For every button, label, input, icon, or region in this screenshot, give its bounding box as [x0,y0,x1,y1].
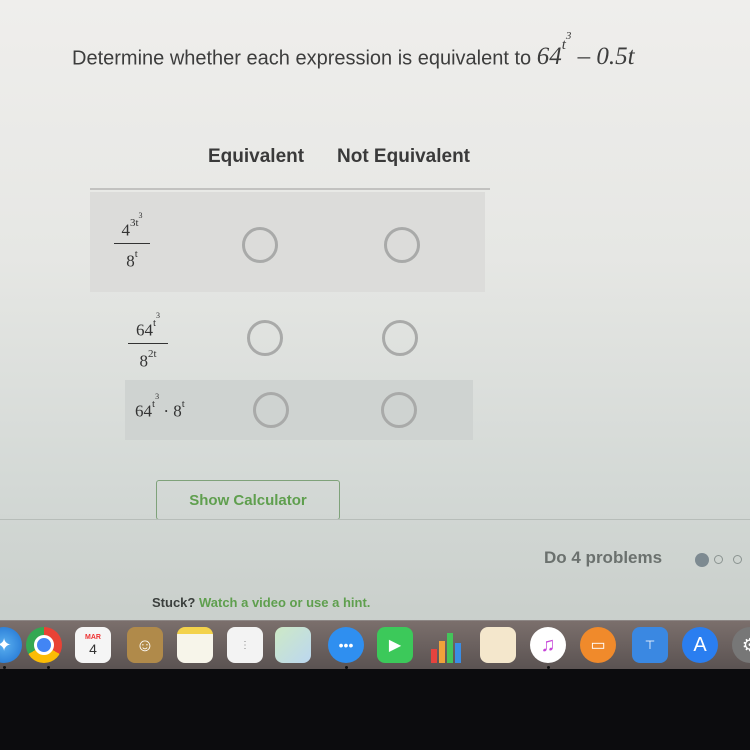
target-exponent-power: 3 [565,30,572,42]
table-row: 64t3 82t [108,296,503,376]
calendar-icon[interactable]: MAR 4 [75,627,111,663]
denominator: 82t [128,347,168,372]
chrome-icon[interactable] [26,627,62,663]
table-divider [90,188,490,190]
progress-label: Do 4 problems [544,548,663,567]
numerator-exponent: 3t3 [129,211,143,229]
progress-dot-pending [733,555,742,564]
column-header-equivalent: Equivalent [208,146,305,167]
reminders-icon[interactable]: ⋮ [227,627,263,663]
column-header-not-equivalent: Not Equivalent [337,146,471,167]
itunes-icon[interactable]: ♫ [530,627,566,663]
numerator-exponent: t3 [153,311,160,329]
right-exponent: t [181,397,185,410]
exponent-power: 3 [156,311,161,320]
fraction-bar [114,243,150,245]
denominator: 8t [114,247,150,272]
exponent-text: 3t [129,216,139,229]
target-base: 64 [536,43,562,71]
target-suffix: – 0.5t [577,43,635,71]
target-exponent: t3 [562,30,572,53]
question-prompt: Determine whether each expression is equ… [72,30,635,71]
radio-not-equivalent-row-1[interactable] [384,227,420,263]
numerator: 64t3 [128,311,168,340]
expression-fraction: 43t3 8t [114,211,150,272]
facetime-icon[interactable]: ▶ [377,627,413,663]
radio-equivalent-row-2[interactable] [247,320,283,356]
ibooks-icon[interactable]: ▭ [580,627,616,663]
numerator: 43t3 [114,211,150,240]
maps-icon[interactable] [275,627,311,663]
calendar-day: 4 [89,640,97,657]
denominator-exponent: t [134,248,138,261]
app-store-icon[interactable]: A [682,627,718,663]
numerator-base: 4 [121,220,130,240]
running-indicator [47,666,50,669]
fraction-bar [128,343,168,345]
table-row: 64t3 · 8t [125,380,473,440]
left-exponent: t3 [152,392,159,410]
table-row: 43t3 8t [90,192,485,292]
target-expression: 64t3 – 0.5t [536,30,635,71]
hint-link[interactable]: Watch a video or use a hint. [199,595,370,610]
stuck-label: Stuck? [152,595,196,610]
progress-dot-pending [714,555,723,564]
right-base: 8 [173,401,182,421]
notes-icon[interactable] [177,627,213,663]
left-base: 64 [135,401,152,421]
expression-fraction: 64t3 82t [128,311,168,372]
radio-not-equivalent-row-2[interactable] [382,320,418,356]
progress-dot-complete [695,553,709,567]
expression-product: 64t3 · 8t [135,392,185,421]
dock: ✦ MAR 4 ☺ ⋮ ••• ▶ ♫ ▭ ⊤ A ⚙ [0,620,750,669]
denominator-exponent: 2t [147,348,157,361]
running-indicator [3,666,6,669]
safari-icon[interactable]: ✦ [0,627,22,663]
keynote-icon[interactable]: ⊤ [632,627,668,663]
exponent-power: 3 [138,211,143,220]
denominator-base: 8 [126,251,135,271]
contacts-icon[interactable]: ☺ [127,627,163,663]
show-calculator-button[interactable]: Show Calculator [156,480,340,520]
pages-icon[interactable] [480,627,516,663]
denominator-base: 8 [139,351,148,371]
numerator-base: 64 [135,320,153,340]
exponent-power: 3 [155,392,160,401]
radio-not-equivalent-row-3[interactable] [381,392,417,428]
multiply-operator: · [163,401,169,421]
numbers-icon[interactable] [428,627,464,663]
help-line: Stuck? Watch a video or use a hint. [152,595,370,610]
running-indicator [345,666,348,669]
messages-icon[interactable]: ••• [328,627,364,663]
calendar-month: MAR [85,633,101,641]
radio-equivalent-row-1[interactable] [242,227,278,263]
system-preferences-icon[interactable]: ⚙ [732,627,750,663]
question-text: Determine whether each expression is equ… [72,47,532,70]
running-indicator [547,666,550,669]
radio-equivalent-row-3[interactable] [253,392,289,428]
browser-content: Determine whether each expression is equ… [0,0,750,640]
section-divider [0,519,750,520]
